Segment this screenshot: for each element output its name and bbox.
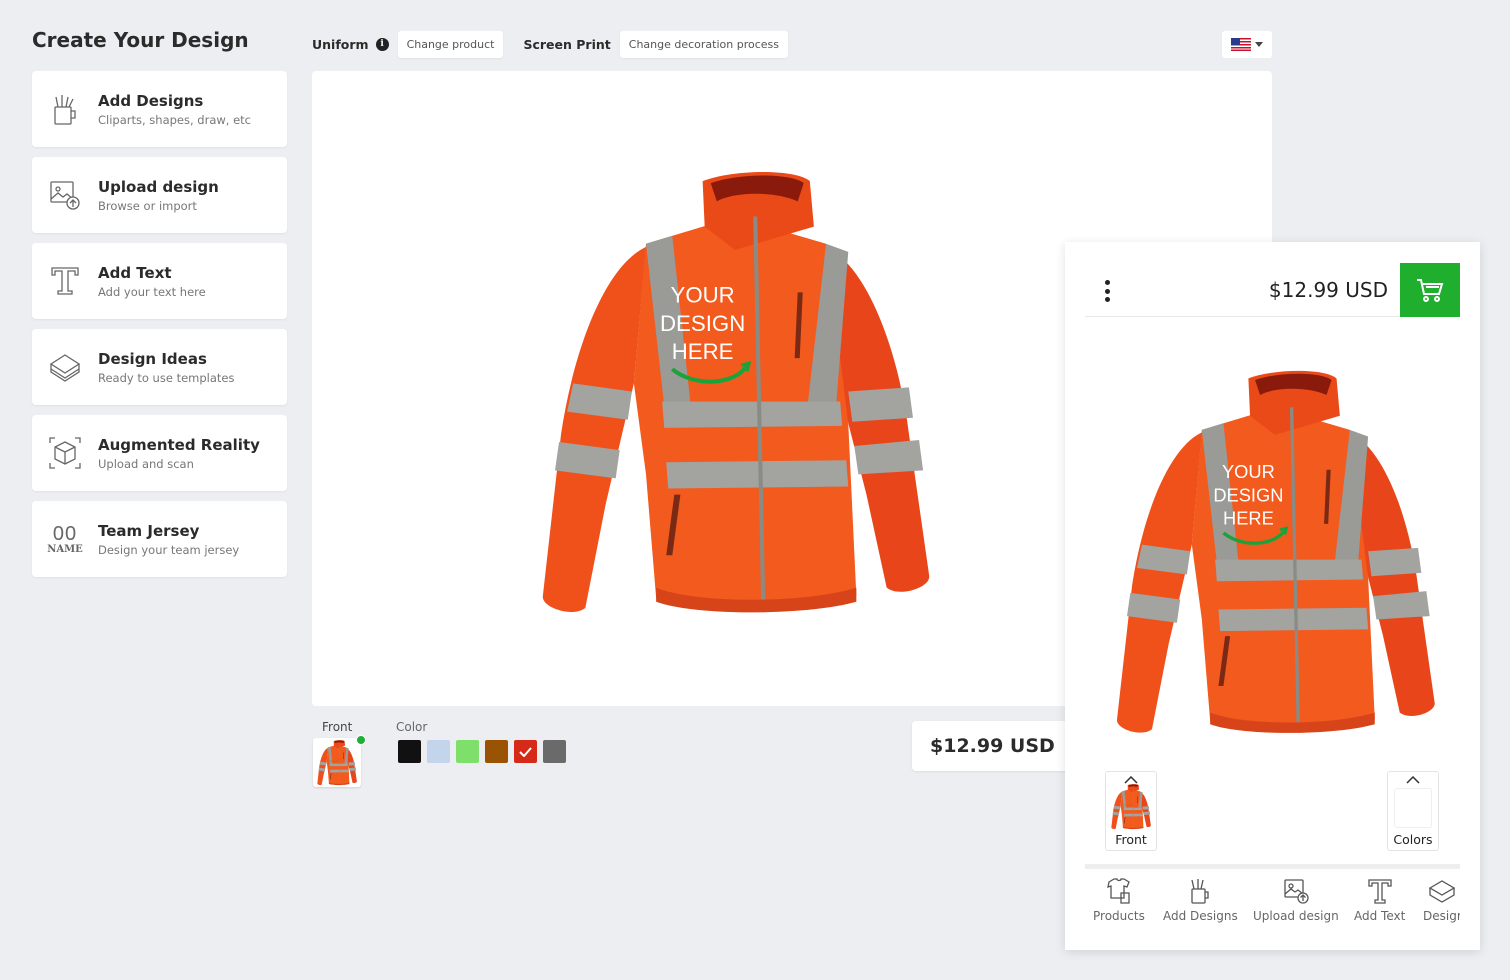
color-swatch[interactable] (398, 740, 421, 763)
cart-icon (1417, 279, 1444, 302)
nav-label: Desigr (1423, 909, 1460, 923)
sidebar-item-title: Upload design (98, 177, 219, 196)
products-icon (1107, 878, 1130, 904)
add-designs-icon (1191, 879, 1210, 904)
text-icon (32, 264, 98, 298)
chevron-down-icon (1255, 42, 1263, 47)
color-swatch[interactable] (485, 740, 508, 763)
sidebar-item-add-text[interactable]: Add Text Add your text here (32, 243, 287, 319)
sidebar-item-subtitle: Add your text here (98, 284, 206, 299)
sidebar-item-title: Team Jersey (98, 521, 200, 540)
info-icon[interactable]: i (375, 37, 389, 51)
mobile-price: $12.99 USD (1268, 278, 1388, 302)
color-swatch[interactable] (427, 740, 450, 763)
us-flag-icon (1231, 38, 1251, 51)
mobile-colors-card[interactable]: Colors (1387, 771, 1439, 851)
upload-icon (32, 178, 98, 212)
nav-label: Add Designs (1163, 909, 1238, 923)
sidebar-item-title: Add Text (98, 263, 172, 282)
color-swatch[interactable] (456, 740, 479, 763)
price-display: $12.99 USD (912, 721, 1072, 771)
chevron-up-icon (1124, 776, 1138, 784)
nav-design-ideas[interactable]: Desigr (1423, 877, 1460, 923)
mobile-design-line3: HERE (1223, 508, 1274, 529)
jersey-number: 00 (52, 522, 78, 545)
view-front-label: Front (322, 720, 353, 734)
sidebar-item-subtitle: Upload and scan (98, 456, 194, 471)
design-placeholder-line3: HERE (672, 339, 734, 364)
sidebar-item-augmented-reality[interactable]: Augmented Reality Upload and scan (32, 415, 287, 491)
sidebar-item-subtitle: Browse or import (98, 198, 197, 213)
change-process-button[interactable]: Change decoration process (619, 30, 789, 58)
mobile-design-line2: DESIGN (1213, 484, 1283, 505)
chevron-up-icon (1406, 776, 1420, 784)
more-options-icon[interactable] (1103, 280, 1111, 302)
sidebar-item-title: Augmented Reality (98, 435, 260, 454)
design-placeholder-line1: YOUR (671, 282, 735, 307)
mobile-front-view-card[interactable]: Front (1105, 771, 1157, 851)
sidebar-item-add-designs[interactable]: Add Designs Cliparts, shapes, draw, etc (32, 71, 287, 147)
team-jersey-icon: 00 NAME (32, 524, 98, 555)
language-selector[interactable] (1222, 31, 1272, 58)
sidebar-item-subtitle: Ready to use templates (98, 370, 235, 385)
color-swatch[interactable] (514, 740, 537, 763)
change-product-button[interactable]: Change product (397, 30, 504, 58)
add-designs-icon (32, 92, 98, 126)
text-icon (1368, 879, 1392, 904)
nav-label: Upload design (1253, 909, 1339, 923)
mobile-preview: $12.99 USD YOUR DESIGN HERE Front Colors… (1065, 242, 1480, 950)
mobile-design-line1: YOUR (1222, 461, 1275, 482)
view-front-thumbnail[interactable] (313, 738, 361, 787)
jacket-thumbnail-image (317, 739, 358, 785)
process-label: Screen Print (523, 36, 611, 52)
sidebar-item-team-jersey[interactable]: 00 NAME Team Jersey Design your team jer… (32, 501, 287, 577)
sidebar-item-title: Add Designs (98, 91, 204, 110)
nav-upload-design[interactable]: Upload design (1253, 877, 1339, 923)
mobile-header: $12.99 USD (1085, 262, 1460, 317)
jersey-name: NAME (47, 543, 83, 555)
jacket-product-image[interactable]: YOUR DESIGN HERE (530, 171, 940, 621)
mobile-bottom-nav: Products Add Designs Upload design Add T… (1085, 877, 1460, 932)
upload-icon (1284, 879, 1309, 904)
jacket-thumbnail-image (1111, 784, 1152, 830)
sidebar-item-subtitle: Cliparts, shapes, draw, etc (98, 112, 252, 127)
mobile-colors-label: Colors (1393, 832, 1433, 847)
color-swatches (398, 740, 566, 763)
nav-add-designs[interactable]: Add Designs (1163, 877, 1238, 923)
mobile-jacket-image[interactable]: YOUR DESIGN HERE (1105, 370, 1445, 740)
nav-add-text[interactable]: Add Text (1354, 877, 1405, 923)
active-view-indicator (356, 735, 366, 745)
add-to-cart-button[interactable] (1400, 263, 1460, 317)
nav-products[interactable]: Products (1093, 877, 1145, 923)
page-title: Create Your Design (32, 28, 249, 52)
nav-label: Products (1093, 909, 1145, 923)
product-toolbar: Uniform i Change product Screen Print Ch… (312, 30, 789, 58)
color-preview-box (1394, 788, 1432, 828)
color-label: Color (396, 720, 428, 734)
product-label: Uniform (312, 36, 369, 52)
design-ideas-icon (32, 350, 98, 384)
nav-label: Add Text (1354, 909, 1406, 923)
mobile-divider (1085, 864, 1460, 869)
sidebar-item-upload-design[interactable]: Upload design Browse or import (32, 157, 287, 233)
color-swatch[interactable] (543, 740, 566, 763)
mobile-front-label: Front (1115, 832, 1147, 847)
sidebar-item-design-ideas[interactable]: Design Ideas Ready to use templates (32, 329, 287, 405)
design-placeholder-line2: DESIGN (660, 311, 745, 336)
check-icon (519, 746, 532, 757)
ar-cube-icon (32, 436, 98, 470)
sidebar-item-title: Design Ideas (98, 349, 207, 368)
sidebar-item-subtitle: Design your team jersey (98, 542, 240, 557)
design-ideas-icon (1429, 880, 1456, 903)
